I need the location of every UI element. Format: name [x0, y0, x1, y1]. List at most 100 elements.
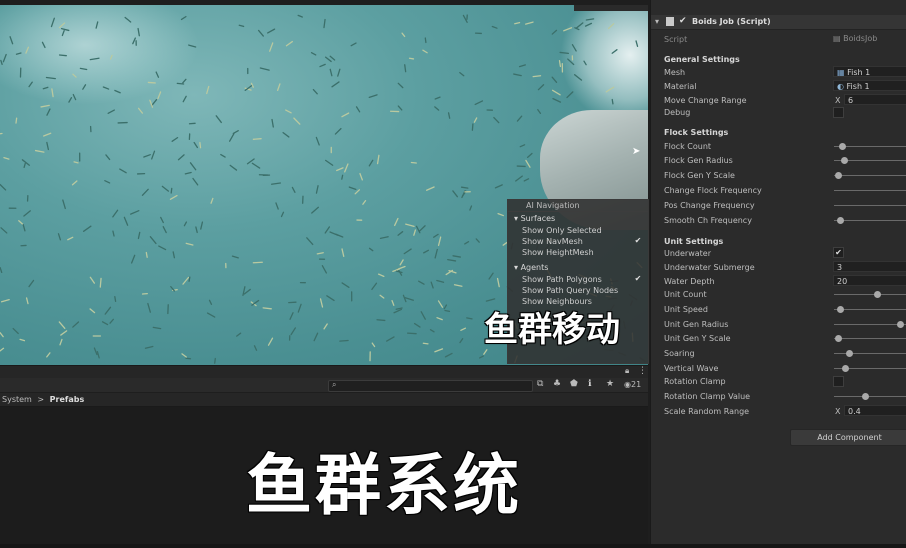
slider-knob[interactable]	[897, 321, 904, 328]
fish	[147, 81, 156, 84]
fish	[605, 86, 615, 93]
fish	[177, 154, 185, 161]
fish	[252, 261, 263, 264]
fish	[192, 177, 199, 186]
checkmark-icon[interactable]: ✔	[634, 275, 642, 283]
fish	[573, 74, 583, 81]
info-icon[interactable]: ℹ	[588, 379, 591, 389]
checkbox[interactable]	[634, 286, 642, 294]
unit-settings-header: Unit Settings	[664, 237, 724, 246]
filter-by-type-icon[interactable]: ⧉	[537, 379, 543, 389]
debug-label: Debug	[664, 108, 691, 117]
fish	[60, 27, 70, 32]
checkbox[interactable]	[634, 248, 642, 256]
fish	[60, 330, 68, 336]
unit-speed-slider[interactable]	[834, 306, 906, 313]
mesh-field[interactable]: ▦ Fish 1	[833, 66, 906, 77]
toggle-show-navmesh[interactable]: Show NavMesh ✔	[508, 236, 648, 247]
slider-knob[interactable]	[874, 291, 881, 298]
material-field[interactable]: ◐ Fish 1	[833, 80, 906, 91]
fish	[410, 161, 417, 164]
fish	[466, 317, 473, 320]
fish	[513, 73, 522, 77]
slider-knob[interactable]	[839, 143, 846, 150]
fish	[50, 17, 55, 28]
flock-gen-radius-slider[interactable]	[834, 157, 906, 164]
water-depth-field[interactable]: 20	[833, 275, 906, 286]
fish	[162, 226, 167, 234]
toggle-show-path-query-nodes[interactable]: Show Path Query Nodes	[508, 285, 648, 296]
lock-icon[interactable]: 🔒︎	[625, 366, 629, 376]
slider-knob[interactable]	[846, 350, 853, 357]
fish	[376, 319, 386, 322]
fish	[315, 136, 320, 146]
unit-gen-y-scale-slider[interactable]	[834, 335, 906, 342]
unit-count-slider[interactable]	[834, 291, 906, 298]
fish	[436, 279, 445, 283]
fish	[61, 30, 65, 37]
flock-count-slider[interactable]	[834, 143, 906, 150]
flock-gen-y-scale-slider[interactable]	[834, 172, 906, 179]
tag-icon[interactable]: ⬟	[570, 379, 578, 389]
mesh-label: Mesh	[664, 68, 686, 77]
unit-gen-radius-slider[interactable]	[834, 321, 906, 328]
checkbox[interactable]	[634, 297, 642, 305]
change-flock-frequency-slider[interactable]	[834, 190, 906, 191]
underwater-submerge-field[interactable]: 3	[833, 261, 906, 272]
more-options-icon[interactable]: ⋮	[638, 366, 647, 376]
smooth-ch-frequency-slider[interactable]	[834, 217, 906, 224]
component-header[interactable]: ▾ ✔ Boids Job (Script)	[651, 15, 906, 30]
toggle-show-only-selected[interactable]: Show Only Selected	[508, 225, 648, 236]
soaring-slider[interactable]	[834, 350, 906, 357]
slider-knob[interactable]	[837, 217, 844, 224]
add-component-button[interactable]: Add Component	[790, 429, 906, 446]
fish	[160, 216, 164, 224]
fish	[563, 27, 573, 32]
scale-random-range-field[interactable]: 0.4	[844, 405, 906, 416]
material-label: Material	[664, 82, 697, 91]
enabled-checkmark-icon[interactable]: ✔	[679, 16, 687, 26]
filter-by-label-icon[interactable]: ♣	[553, 379, 561, 389]
fish	[423, 249, 430, 254]
checkbox[interactable]	[634, 226, 642, 234]
fish	[558, 60, 562, 68]
breadcrumb-parent[interactable]: System	[0, 395, 32, 404]
project-search-input[interactable]: ⌕	[328, 380, 533, 392]
slider-knob[interactable]	[835, 335, 842, 342]
pos-change-frequency-label: Pos Change Frequency	[664, 201, 755, 210]
fish	[337, 68, 341, 77]
breadcrumb-current[interactable]: Prefabs	[50, 395, 85, 404]
fish	[425, 186, 435, 191]
underwater-checkbox[interactable]: ✔	[833, 247, 844, 258]
fish	[324, 159, 334, 166]
slider-knob[interactable]	[862, 393, 869, 400]
toggle-show-path-polygons[interactable]: Show Path Polygons ✔	[508, 274, 648, 285]
slider-knob[interactable]	[835, 172, 842, 179]
toggle-show-heightmesh[interactable]: Show HeightMesh	[508, 247, 648, 258]
fish	[99, 277, 102, 288]
move-change-range-field[interactable]: 6	[844, 94, 906, 105]
checkmark-icon[interactable]: ✔	[634, 237, 642, 245]
pos-change-frequency-slider[interactable]	[834, 205, 906, 206]
fish	[180, 15, 187, 21]
fish	[397, 105, 403, 111]
agents-section[interactable]: ▾ Agents	[508, 261, 648, 274]
surfaces-section[interactable]: ▾ Surfaces	[508, 212, 648, 225]
slider-knob[interactable]	[837, 306, 844, 313]
fish	[583, 60, 587, 66]
fish	[96, 350, 100, 359]
toggle-show-neighbours[interactable]: Show Neighbours	[508, 296, 648, 307]
fish	[348, 186, 357, 191]
rotation-clamp-checkbox[interactable]	[833, 376, 844, 387]
debug-checkbox[interactable]	[833, 107, 844, 118]
fish	[311, 206, 320, 214]
favorite-star-icon[interactable]: ★	[606, 379, 614, 389]
soaring-label: Soaring	[664, 349, 695, 358]
slider-knob[interactable]	[841, 157, 848, 164]
foldout-arrow-icon[interactable]: ▾	[655, 17, 659, 26]
vertical-wave-slider[interactable]	[834, 365, 906, 372]
fish	[23, 210, 31, 217]
fish	[21, 159, 30, 166]
slider-knob[interactable]	[842, 365, 849, 372]
rotation-clamp-value-slider[interactable]	[834, 393, 906, 400]
